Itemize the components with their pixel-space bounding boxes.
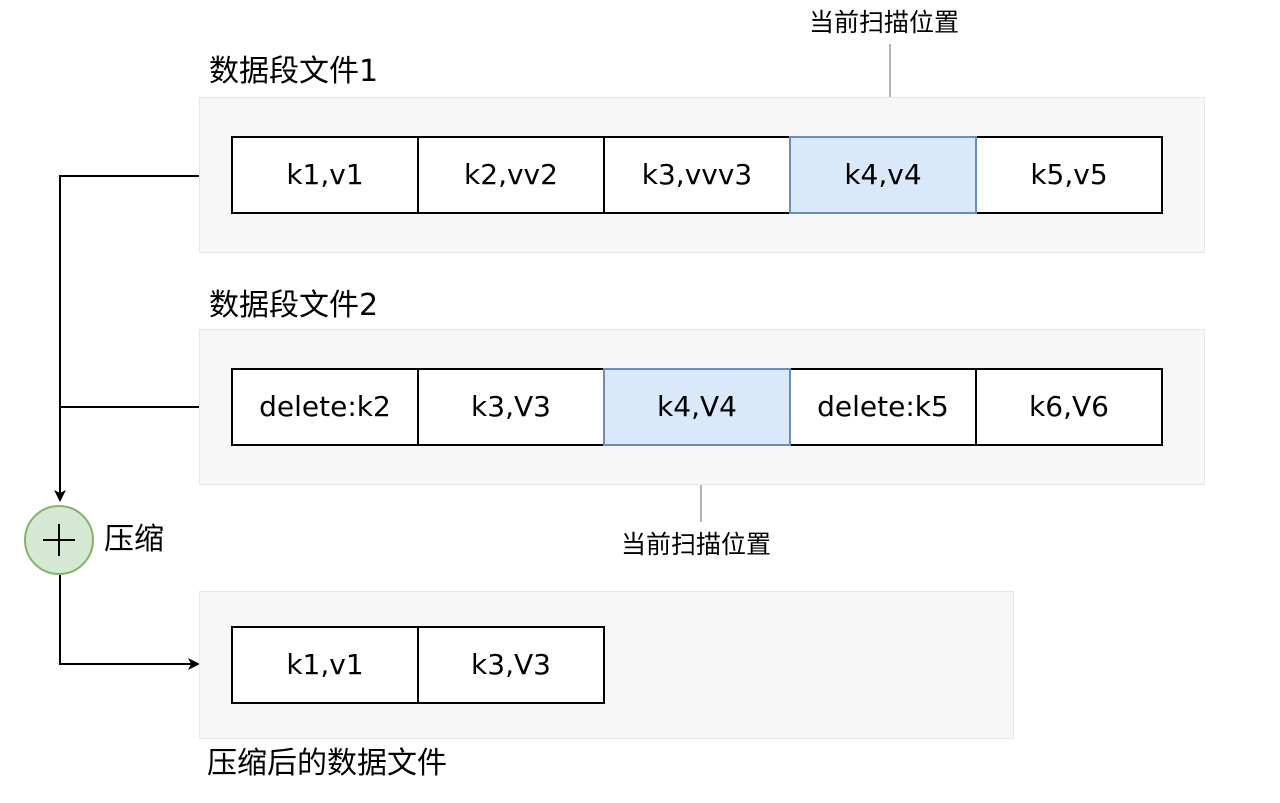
file2-record: delete:k5: [789, 368, 977, 446]
file1-record: k5,v5: [975, 136, 1163, 214]
file2-record-current: k4,V4: [603, 368, 791, 446]
file1-scan-position-label: 当前扫描位置: [809, 8, 960, 37]
result-title: 压缩后的数据文件: [207, 746, 447, 781]
file2-record: k3,V3: [417, 368, 605, 446]
file1-to-merge-connector: [54, 175, 200, 502]
file1-record: k1,v1: [231, 136, 419, 214]
file1-title: 数据段文件1: [209, 54, 379, 89]
result-record-row: k1,v1 k3,V3: [231, 626, 605, 704]
file2-scan-position-label: 当前扫描位置: [621, 530, 772, 559]
file2-title: 数据段文件2: [209, 288, 379, 323]
plus-circle-icon: [43, 524, 75, 556]
merge-to-result-connector: [59, 575, 200, 670]
result-record: k3,V3: [417, 626, 605, 704]
file1-record: k3,vvv3: [603, 136, 791, 214]
result-record: k1,v1: [231, 626, 419, 704]
file2-record: k6,V6: [975, 368, 1163, 446]
merge-label: 压缩: [104, 522, 164, 557]
file2-record-row: delete:k2 k3,V3 k4,V4 delete:k5 k6,V6: [231, 368, 1163, 446]
file2-record: delete:k2: [231, 368, 419, 446]
file1-record-current: k4,v4: [789, 136, 977, 214]
merge-node: [24, 505, 94, 575]
file1-record: k2,vv2: [417, 136, 605, 214]
file1-record-row: k1,v1 k2,vv2 k3,vvv3 k4,v4 k5,v5: [231, 136, 1163, 214]
